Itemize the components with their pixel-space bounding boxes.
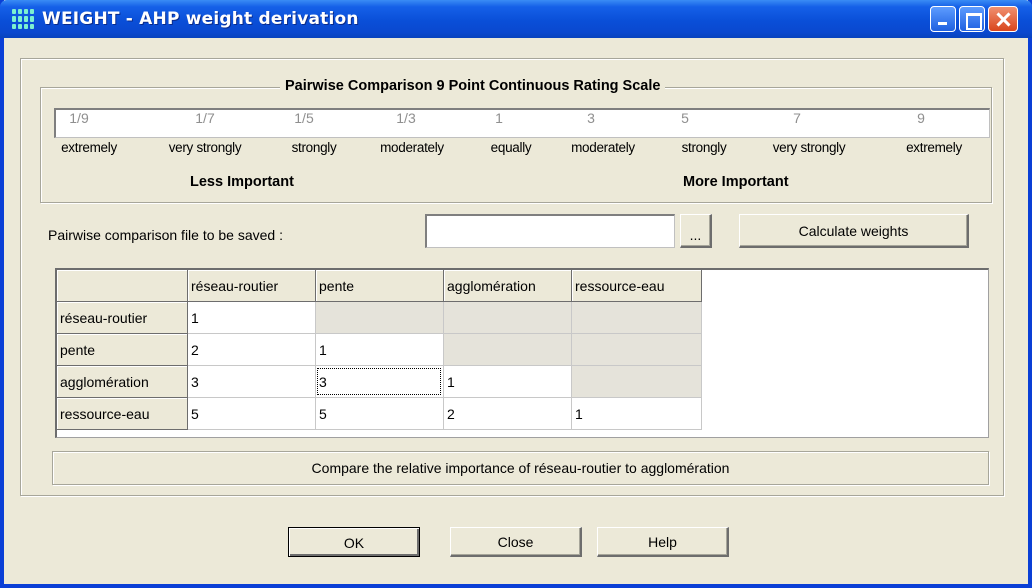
matrix-row-header: pente — [57, 334, 188, 366]
matrix-row-header: réseau-routier — [57, 302, 188, 334]
scale-word: moderately — [571, 140, 635, 155]
matrix-cell[interactable]: 3 — [316, 366, 444, 398]
matrix-cell[interactable]: 5 — [316, 398, 444, 430]
scale-word: very strongly — [772, 140, 846, 155]
matrix-cell-value: 5 — [191, 406, 199, 422]
matrix-cell — [572, 302, 702, 334]
comparison-matrix: réseau-routier pente agglomération ressourc… — [55, 268, 989, 438]
matrix-cell[interactable]: 1 — [316, 334, 444, 366]
scale-value: 5 — [681, 110, 689, 126]
matrix-column-header: agglomération — [444, 270, 572, 302]
minimize-button[interactable] — [930, 6, 956, 32]
scale-value: 1/5 — [294, 110, 314, 126]
close-button[interactable]: Close — [450, 527, 582, 557]
window-title: WEIGHT - AHP weight derivation — [42, 9, 359, 29]
matrix-cell-value: 1 — [191, 310, 199, 326]
matrix-cell[interactable]: 3 — [188, 366, 316, 398]
matrix-cell — [444, 302, 572, 334]
help-button[interactable]: Help — [597, 527, 729, 557]
matrix-cell-value: 3 — [319, 374, 327, 390]
matrix-cell-value: 3 — [191, 374, 199, 390]
scale-word: extremely — [61, 140, 117, 155]
less-important-label: Less Important — [190, 174, 294, 190]
scale-word: moderately — [380, 140, 444, 155]
matrix-column-header: ressource-eau — [572, 270, 702, 302]
matrix-cell-value: 2 — [447, 406, 455, 422]
matrix-cell-value: 1 — [319, 342, 327, 358]
close-window-button[interactable] — [988, 6, 1018, 32]
scale-value: 7 — [793, 110, 801, 126]
matrix-cell[interactable]: 5 — [188, 398, 316, 430]
matrix-cell — [572, 334, 702, 366]
browse-button[interactable]: ... — [680, 214, 712, 248]
matrix-column-header: réseau-routier — [188, 270, 316, 302]
matrix-cell-value: 2 — [191, 342, 199, 358]
matrix-cell[interactable]: 1 — [444, 366, 572, 398]
maximize-button[interactable] — [959, 6, 985, 32]
file-path-input[interactable] — [425, 214, 675, 248]
matrix-cell[interactable]: 2 — [188, 334, 316, 366]
scale-value: 1 — [495, 110, 503, 126]
scale-word: strongly — [681, 140, 727, 155]
more-important-label: More Important — [683, 174, 789, 190]
matrix-column-header: pente — [316, 270, 444, 302]
scale-word: strongly — [291, 140, 337, 155]
matrix-row-header: agglomération — [57, 366, 188, 398]
ok-button[interactable]: OK — [288, 527, 420, 557]
scale-value: 1/7 — [195, 110, 215, 126]
scale-value: 9 — [917, 110, 925, 126]
matrix-cell[interactable]: 2 — [444, 398, 572, 430]
matrix-cell-value: 1 — [447, 374, 455, 390]
scale-word: very strongly — [168, 140, 242, 155]
matrix-cell-value: 5 — [319, 406, 327, 422]
calculate-weights-button[interactable]: Calculate weights — [739, 214, 969, 248]
scale-word: equally — [490, 140, 532, 155]
file-label: Pairwise comparison file to be saved : — [48, 227, 283, 243]
rating-scale-title: Pairwise Comparison 9 Point Continuous R… — [280, 78, 666, 94]
matrix-cell-value: 1 — [575, 406, 583, 422]
scale-value: 3 — [587, 110, 595, 126]
scale-value: 1/3 — [396, 110, 416, 126]
scale-value: 1/9 — [69, 110, 89, 126]
matrix-cell[interactable]: 1 — [572, 398, 702, 430]
matrix-cell — [572, 366, 702, 398]
matrix-cell[interactable]: 1 — [188, 302, 316, 334]
app-grid-icon — [12, 9, 34, 29]
title-bar[interactable]: WEIGHT - AHP weight derivation — [0, 0, 1032, 38]
matrix-corner-header — [57, 270, 188, 302]
matrix-cell — [444, 334, 572, 366]
status-message: Compare the relative importance of résea… — [52, 451, 989, 485]
matrix-cell — [316, 302, 444, 334]
matrix-row-header: ressource-eau — [57, 398, 188, 430]
scale-word: extremely — [906, 140, 962, 155]
